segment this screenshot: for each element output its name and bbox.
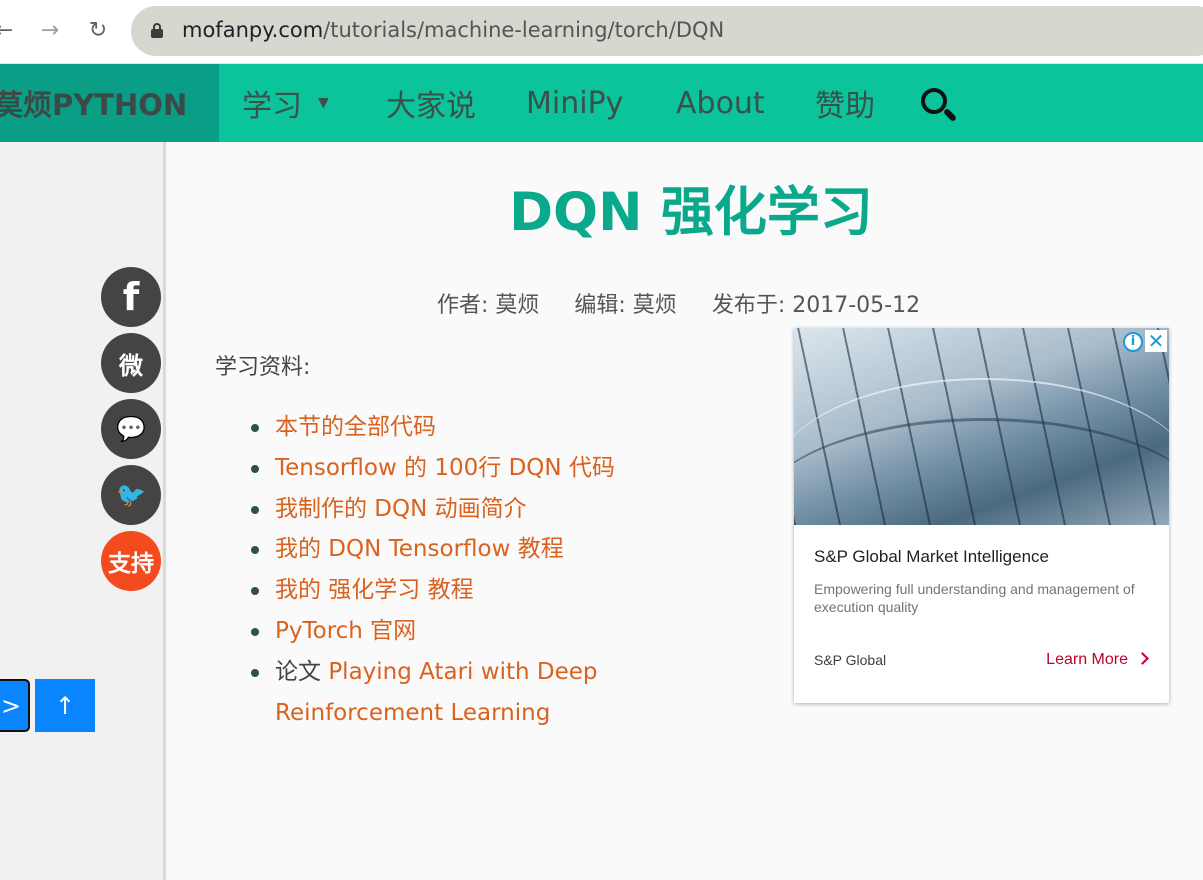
resource-link-paper[interactable]: Playing Atari with Deep bbox=[328, 659, 597, 685]
ad-cta-label: Learn More bbox=[1046, 651, 1128, 668]
nav-item-sponsor[interactable]: 赞助 bbox=[815, 64, 875, 142]
resource-link-rl-tutorial[interactable]: 我的 强化学习 教程 bbox=[275, 577, 474, 603]
weibo-icon[interactable]: 微 bbox=[101, 333, 161, 393]
list-item: 我制作的 DQN 动画简介 bbox=[249, 489, 615, 530]
support-icon[interactable]: 支持 bbox=[101, 531, 161, 591]
page-title: DQN 强化学习 bbox=[509, 182, 873, 243]
facebook-icon[interactable]: f bbox=[101, 267, 161, 327]
resource-prefix: 论文 bbox=[275, 658, 329, 685]
resource-link-full-code[interactable]: 本节的全部代码 bbox=[275, 414, 436, 440]
ad-close-icon[interactable]: ✕ bbox=[1145, 330, 1167, 352]
ad-description: Empowering full understanding and manage… bbox=[814, 581, 1135, 615]
ad-headline[interactable]: S&P Global Market Intelligence bbox=[814, 547, 1049, 567]
ad-card[interactable]: i ✕ S&P Global Market Intelligence Empow… bbox=[794, 328, 1169, 703]
ad-image[interactable] bbox=[794, 328, 1169, 525]
back-to-top-button[interactable]: ↑ bbox=[35, 679, 95, 732]
url-host: mofanpy.com bbox=[182, 18, 324, 42]
resource-link-dqn-animation[interactable]: 我制作的 DQN 动画简介 bbox=[275, 496, 527, 522]
resources-list: 本节的全部代码 Tensorflow 的 100行 DQN 代码 我制作的 DQ… bbox=[249, 407, 615, 733]
address-bar[interactable]: mofanpy.com/tutorials/machine-learning/t… bbox=[131, 6, 1203, 56]
site-brand[interactable]: 莫烦PYTHON bbox=[0, 64, 219, 142]
resource-link-dqn-tf-tutorial[interactable]: 我的 DQN Tensorflow 教程 bbox=[275, 536, 564, 562]
forward-arrow-icon[interactable]: → bbox=[34, 14, 66, 46]
list-item: PyTorch 官网 bbox=[249, 611, 615, 652]
caret-down-icon: ▼ bbox=[318, 95, 329, 111]
meta-published: 发布于: 2017-05-12 bbox=[711, 293, 921, 318]
resource-link-paper-line2[interactable]: Reinforcement Learning bbox=[275, 700, 550, 726]
resources-heading: 学习资料: bbox=[215, 355, 311, 380]
list-item: 论文 Playing Atari with Deep Reinforcement … bbox=[249, 652, 615, 734]
chevron-right-icon bbox=[1136, 652, 1149, 665]
list-item: Tensorflow 的 100行 DQN 代码 bbox=[249, 448, 615, 489]
back-arrow-icon[interactable]: ← bbox=[0, 14, 20, 46]
url-path: /tutorials/machine-learning/torch/DQN bbox=[323, 18, 725, 42]
search-icon[interactable] bbox=[921, 88, 959, 126]
brand-text: 莫烦PYTHON bbox=[0, 88, 188, 122]
nav-item-community[interactable]: 大家说 bbox=[386, 64, 476, 142]
nav-item-about[interactable]: About bbox=[676, 64, 765, 142]
ad-learn-more-button[interactable]: Learn More bbox=[1046, 651, 1149, 669]
wechat-icon[interactable]: 💬 bbox=[101, 399, 161, 459]
site-navbar: 莫烦PYTHON 学习 ▼ 大家说 MiniPy About 赞助 bbox=[0, 64, 1203, 142]
meta-editor: 编辑: 莫烦 bbox=[574, 293, 677, 318]
next-page-button[interactable]: > bbox=[0, 679, 30, 732]
url-text[interactable]: mofanpy.com/tutorials/machine-learning/t… bbox=[182, 18, 724, 42]
reload-icon[interactable]: ↻ bbox=[82, 14, 114, 46]
resource-link-pytorch-site[interactable]: PyTorch 官网 bbox=[275, 618, 416, 644]
nav-item-label: 学习 bbox=[242, 89, 302, 124]
browser-toolbar: ← → ↻ mofanpy.com/tutorials/machine-lear… bbox=[0, 0, 1203, 64]
twitter-icon[interactable]: 🐦 bbox=[101, 465, 161, 525]
left-sidebar: f 微 💬 🐦 支持 bbox=[0, 142, 166, 880]
list-item: 本节的全部代码 bbox=[249, 407, 615, 448]
ad-info-icon[interactable]: i bbox=[1123, 332, 1143, 352]
meta-author: 作者: 莫烦 bbox=[437, 293, 540, 318]
resource-link-tf-dqn-code[interactable]: Tensorflow 的 100行 DQN 代码 bbox=[275, 455, 615, 481]
lock-icon[interactable] bbox=[151, 23, 163, 38]
nav-item-minipy[interactable]: MiniPy bbox=[526, 64, 623, 142]
ad-advertiser: S&P Global bbox=[814, 652, 887, 668]
article-meta: 作者: 莫烦 编辑: 莫烦 发布于: 2017-05-12 bbox=[437, 287, 920, 319]
nav-item-learn[interactable]: 学习 ▼ bbox=[242, 64, 329, 142]
list-item: 我的 DQN Tensorflow 教程 bbox=[249, 529, 615, 570]
list-item: 我的 强化学习 教程 bbox=[249, 570, 615, 611]
